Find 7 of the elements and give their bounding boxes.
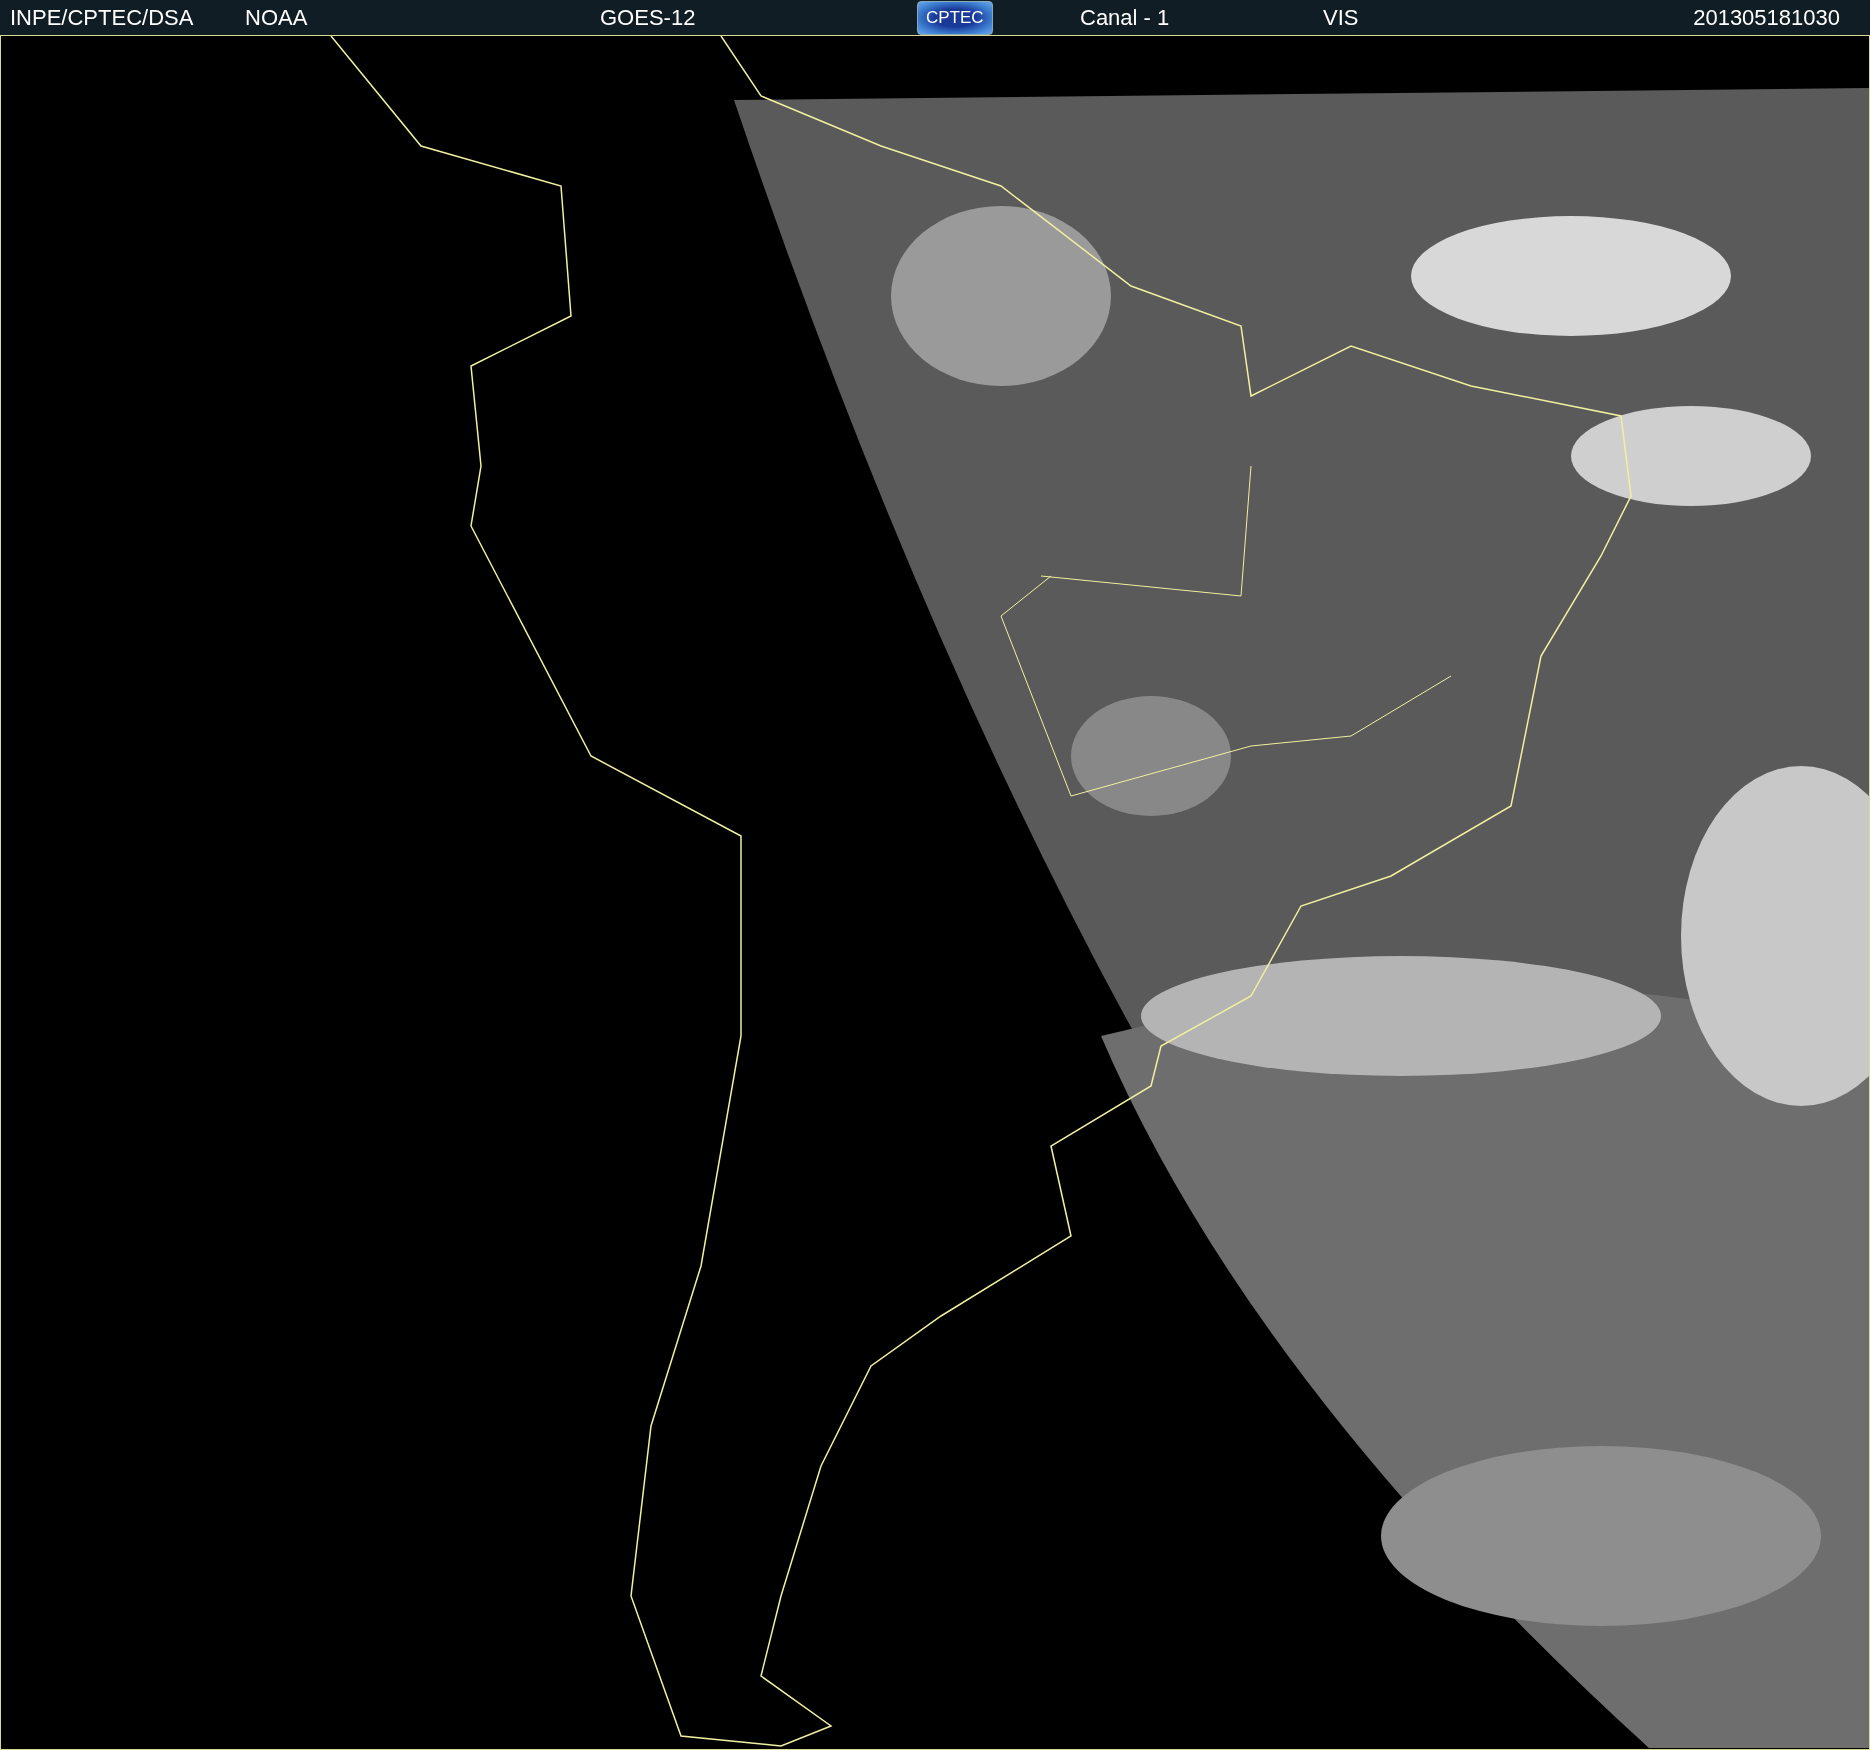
header-label: 201305181030 bbox=[1693, 4, 1840, 30]
header-label: NOAA bbox=[245, 4, 308, 30]
header-label: VIS bbox=[1323, 4, 1359, 30]
header-label: Canal - 1 bbox=[1080, 4, 1170, 30]
header-label: INPE/CPTEC/DSA bbox=[10, 4, 194, 30]
logo-badge: CPTEC bbox=[917, 0, 993, 35]
header-label: GOES-12 bbox=[600, 4, 696, 30]
